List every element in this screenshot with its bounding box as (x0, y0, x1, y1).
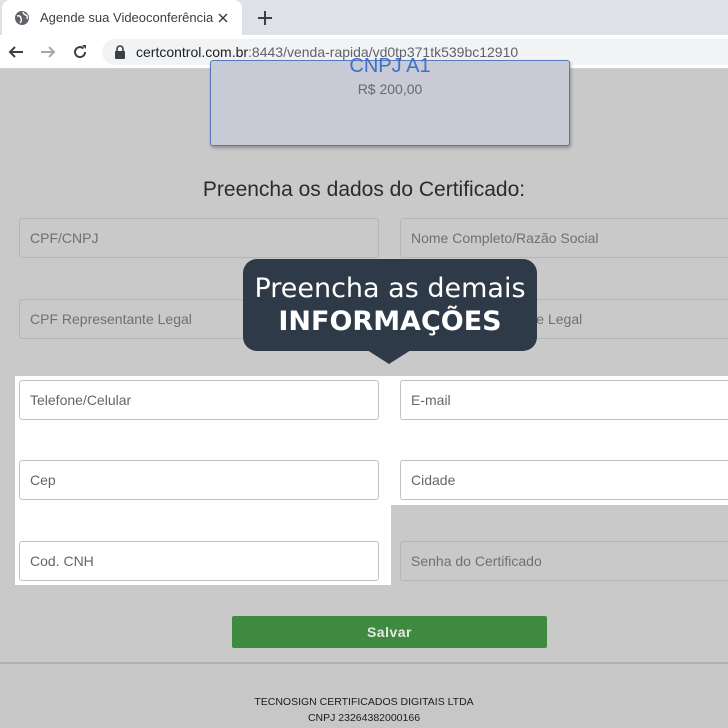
save-button[interactable]: Salvar (232, 616, 547, 648)
lock-icon (114, 45, 126, 59)
email-input[interactable] (400, 380, 728, 420)
nome-razao-social-input[interactable] (400, 218, 728, 258)
cep-input[interactable] (19, 460, 379, 500)
browser-tab[interactable]: Agende sua Videoconferência (2, 0, 242, 35)
form-title: Preencha os dados do Certificado: (202, 178, 526, 201)
product-card[interactable]: CNPJ A1 R$ 200,00 (210, 55, 570, 146)
forward-arrow-icon[interactable] (38, 42, 58, 62)
product-name: CNPJ A1 (349, 55, 431, 77)
cidade-input[interactable] (400, 460, 728, 500)
reload-icon[interactable] (70, 42, 90, 62)
cpf-cnpj-input[interactable] (19, 218, 379, 258)
footer: TECNOSIGN CERTIFICADOS DIGITAIS LTDA CNP… (0, 662, 728, 728)
tooltip-callout: Preencha as demais INFORMAÇÕES (243, 259, 537, 351)
tooltip-arrow (367, 350, 411, 364)
globe-icon (14, 10, 30, 26)
tooltip-line1: Preencha as demais (254, 273, 526, 304)
tab-title: Agende sua Videoconferência (40, 10, 214, 25)
telefone-input[interactable] (19, 380, 379, 420)
product-price: R$ 200,00 (357, 81, 423, 97)
back-arrow-icon[interactable] (6, 42, 26, 62)
close-icon[interactable] (214, 9, 232, 27)
footer-cnpj: CNPJ 23264382000166 (307, 712, 421, 724)
senha-certificado-input[interactable] (400, 541, 728, 581)
footer-company: TECNOSIGN CERTIFICADOS DIGITAIS LTDA (254, 696, 474, 708)
cod-cnh-input[interactable] (19, 541, 379, 581)
page-content: CNPJ A1 R$ 200,00 Preencha os dados do C… (0, 55, 728, 728)
new-tab-button[interactable] (254, 7, 276, 29)
tooltip-line2: INFORMAÇÕES (278, 306, 502, 337)
browser-tab-bar: Agende sua Videoconferência (0, 0, 728, 35)
